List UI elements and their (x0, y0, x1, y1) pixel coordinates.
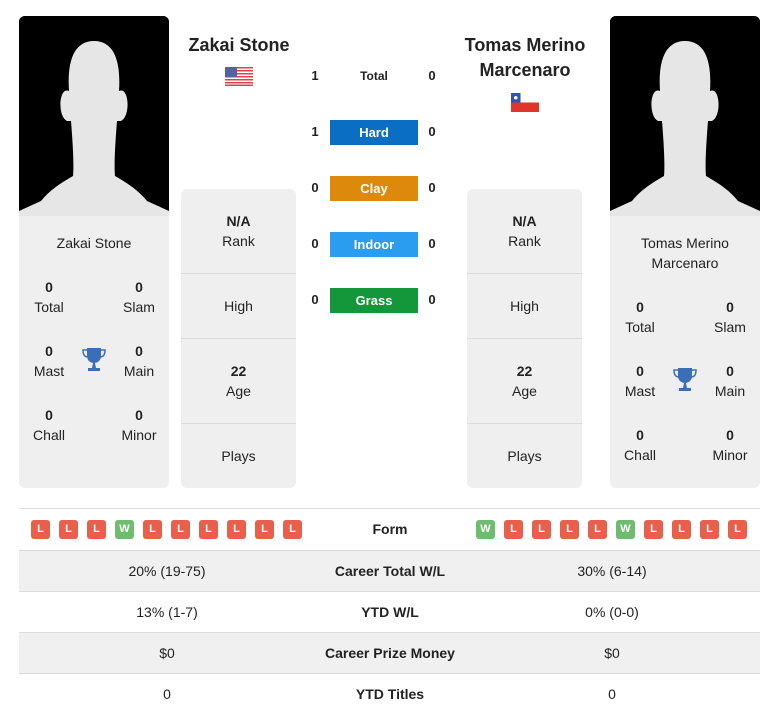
titles-chall: 0 Chall (33, 407, 65, 443)
form-win-badge[interactable]: W (115, 520, 134, 539)
form-loss-badge[interactable]: L (588, 520, 607, 539)
h2h-left-value: 1 (311, 68, 319, 83)
form-loss-badge[interactable]: L (87, 520, 106, 539)
left-value: 20% (19-75) (128, 563, 206, 579)
form-loss-badge[interactable]: L (644, 520, 663, 539)
silhouette-icon (610, 16, 760, 216)
plays-cell: Plays (221, 448, 256, 464)
right-value: 0% (0-0) (585, 604, 639, 620)
left-value: $0 (159, 645, 175, 661)
h2h-grass-row: 0 Grass 0 (300, 288, 450, 313)
silhouette-icon (19, 16, 169, 216)
titles-mast: 0 Mast (33, 343, 65, 379)
ytd-titles-row: 0 YTD Titles 0 (19, 673, 760, 714)
h2h-left-value: 1 (311, 124, 319, 139)
ytd-wl-row: 13% (1-7) YTD W/L 0% (0-0) (19, 591, 760, 632)
form-loss-badge[interactable]: L (227, 520, 246, 539)
titles-main: 0 Main (123, 343, 155, 379)
rank-cell: N/A Rank (181, 189, 296, 274)
titles-mast: 0 Mast (624, 363, 656, 399)
form-loss-badge[interactable]: L (171, 520, 190, 539)
left-value: 0 (163, 686, 171, 702)
form-loss-badge[interactable]: L (504, 520, 523, 539)
form-loss-badge[interactable]: L (672, 520, 691, 539)
career-total-wl-row: 20% (19-75) Career Total W/L 30% (6-14) (19, 550, 760, 591)
age-cell: 22 Age (181, 339, 296, 424)
titles-total: 0 Total (34, 279, 64, 315)
player-right-name[interactable]: Tomas Merino Marcenaro (455, 33, 595, 83)
titles-chall: 0 Chall (624, 427, 656, 463)
trophy-icon (82, 348, 106, 371)
plays-cell: Plays (507, 448, 542, 464)
h2h-right-value: 0 (428, 124, 436, 139)
player-right-card-name: Tomas Merino Marcenaro (641, 235, 729, 271)
h2h-right-value: 0 (428, 236, 436, 251)
player-left-card: Zakai Stone 0 Total 0 Slam 0 Mast 0 Main 0 Ch… (19, 216, 169, 488)
surface-hard-badge[interactable]: Hard (330, 120, 418, 145)
surface-clay-badge[interactable]: Clay (330, 176, 418, 201)
chile-flag-icon (511, 93, 539, 112)
form-loss-badge[interactable]: L (700, 520, 719, 539)
form-row: LLLWLLLLLL Form WLLLLWLLLL (19, 509, 760, 550)
titles-slam: 0 Slam (714, 299, 746, 335)
player-right-info: N/A Rank High 22 Age Plays (467, 189, 582, 488)
titles-main: 0 Main (714, 363, 746, 399)
form-loss-badge[interactable]: L (143, 520, 162, 539)
form-win-badge[interactable]: W (476, 520, 495, 539)
high-cell: High (467, 274, 582, 339)
player-left-name[interactable]: Zakai Stone (169, 33, 309, 58)
h2h-left-value: 0 (311, 292, 319, 307)
row-label: YTD W/L (361, 604, 419, 620)
left-value: 13% (1-7) (136, 604, 198, 620)
form-loss-badge[interactable]: L (560, 520, 579, 539)
form-loss-badge[interactable]: L (283, 520, 302, 539)
h2h-clay-row: 0 Clay 0 (300, 176, 450, 201)
titles-total: 0 Total (625, 299, 655, 335)
right-value: 30% (6-14) (577, 563, 647, 579)
h2h-total-row: 1 Total 0 (300, 64, 450, 88)
form-loss-badge[interactable]: L (728, 520, 747, 539)
surface-grass-badge[interactable]: Grass (330, 288, 418, 313)
form-loss-badge[interactable]: L (255, 520, 274, 539)
player-left-photo (19, 16, 169, 216)
player-right-name-line2: Marcenaro (479, 60, 571, 80)
form-loss-badge[interactable]: L (199, 520, 218, 539)
h2h-left-value: 0 (311, 180, 319, 195)
player-left-info: N/A Rank High 22 Age Plays (181, 189, 296, 488)
right-value: 0 (608, 686, 616, 702)
row-label: Career Total W/L (334, 563, 446, 579)
usa-flag-icon (225, 67, 253, 86)
h2h-indoor-row: 0 Indoor 0 (300, 232, 450, 257)
rank-cell: N/A Rank (467, 189, 582, 274)
right-value: $0 (604, 645, 620, 661)
form-label: Form (372, 521, 408, 537)
h2h-total-label: Total (360, 69, 388, 83)
h2h-hard-row: 1 Hard 0 (300, 120, 450, 145)
player-right-name-line1: Tomas Merino (464, 35, 586, 55)
form-loss-badge[interactable]: L (532, 520, 551, 539)
career-prize-money-row: $0 Career Prize Money $0 (19, 632, 760, 673)
surface-indoor-badge[interactable]: Indoor (330, 232, 418, 257)
titles-minor: 0 Minor (712, 427, 748, 463)
titles-minor: 0 Minor (121, 407, 157, 443)
trophy-icon (673, 368, 697, 391)
age-cell: 22 Age (467, 339, 582, 424)
form-loss-badge[interactable]: L (59, 520, 78, 539)
h2h-right-value: 0 (428, 292, 436, 307)
titles-slam: 0 Slam (123, 279, 155, 315)
h2h-left-value: 0 (311, 236, 319, 251)
player-left-card-name: Zakai Stone (56, 235, 132, 251)
h2h-right-value: 0 (428, 68, 436, 83)
player-right-card: Tomas Merino Marcenaro 0 Total 0 Slam 0 Mas… (610, 216, 760, 488)
high-cell: High (181, 274, 296, 339)
row-label: Career Prize Money (325, 645, 455, 661)
h2h-right-value: 0 (428, 180, 436, 195)
player-right-photo (610, 16, 760, 216)
row-label: YTD Titles (355, 686, 425, 702)
form-win-badge[interactable]: W (616, 520, 635, 539)
form-loss-badge[interactable]: L (31, 520, 50, 539)
